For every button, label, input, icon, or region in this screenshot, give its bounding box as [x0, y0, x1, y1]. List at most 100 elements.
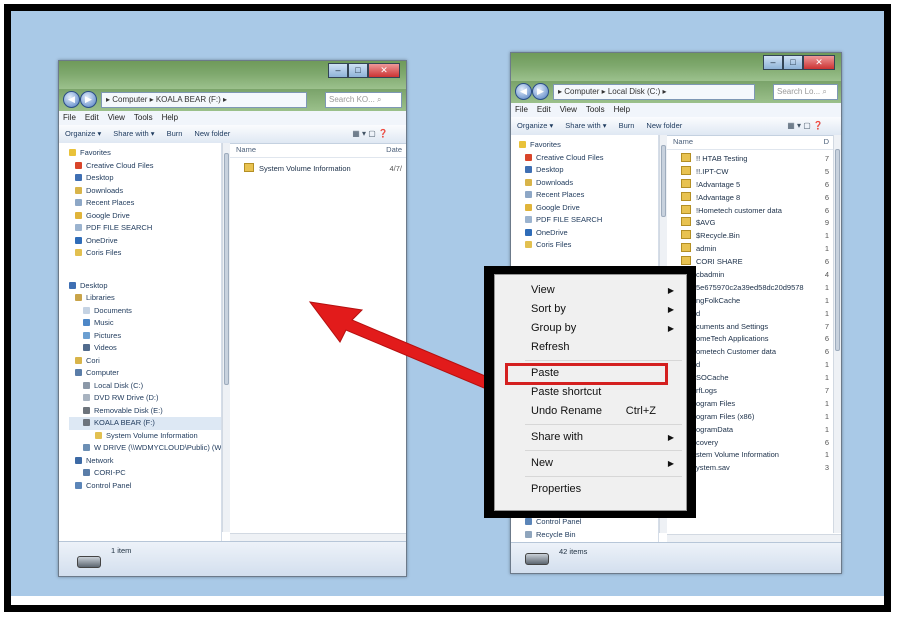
file-row[interactable]: !Hometech customer data 6	[667, 204, 833, 218]
nav-onedrive[interactable]: OneDrive	[69, 235, 221, 248]
nav-libraries[interactable]: Libraries	[69, 292, 221, 305]
nav-google-drive[interactable]: Google Drive	[519, 202, 658, 215]
back-arrow-icon[interactable]: ◀	[63, 91, 80, 108]
nav-onedrive[interactable]: OneDrive	[519, 227, 658, 240]
context-menu-item-view[interactable]: View ▶	[495, 281, 686, 300]
menu-view[interactable]: View	[560, 105, 577, 114]
address-segment-drive[interactable]: KOALA BEAR (F:)	[156, 95, 221, 104]
organize-button[interactable]: Organize ▾	[517, 121, 553, 130]
file-row[interactable]: System Volume Information 4/7/	[230, 162, 406, 176]
nav-creative-cloud[interactable]: Creative Cloud Files	[69, 160, 221, 173]
forward-arrow-icon[interactable]: ▶	[80, 91, 97, 108]
menu-edit[interactable]: Edit	[537, 105, 551, 114]
context-menu-item-share-with[interactable]: Share with ▶	[495, 428, 686, 447]
nav-recent-places[interactable]: Recent Places	[69, 197, 221, 210]
column-date[interactable]: Date	[386, 143, 402, 157]
nav-removable-disk[interactable]: Removable Disk (E:)	[69, 405, 221, 418]
context-menu-item-group-by[interactable]: Group by ▶	[495, 319, 686, 338]
file-row[interactable]: $AVG 9	[667, 217, 833, 230]
left-address-bar[interactable]: ▸ Computer ▸ KOALA BEAR (F:) ▸	[101, 92, 307, 108]
nav-w-drive[interactable]: W DRIVE (\\WDMYCLOUD\Public) (W:)	[69, 442, 221, 455]
address-segment-computer[interactable]: Computer	[112, 95, 147, 104]
nav-dvd-drive[interactable]: DVD RW Drive (D:)	[69, 392, 221, 405]
organize-button[interactable]: Organize ▾	[65, 129, 101, 138]
nav-pdf-file-search[interactable]: PDF FILE SEARCH	[69, 222, 221, 235]
column-name[interactable]: Name	[673, 137, 693, 146]
menu-file[interactable]: File	[515, 105, 528, 114]
nav-control-panel[interactable]: Control Panel	[69, 480, 221, 493]
menu-view[interactable]: View	[108, 113, 125, 122]
nav-coris-files[interactable]: Coris Files	[519, 239, 658, 252]
nav-coris-files[interactable]: Coris Files	[69, 247, 221, 260]
nav-desktop-fav[interactable]: Desktop	[519, 164, 658, 177]
context-menu-item-new[interactable]: New ▶	[495, 454, 686, 473]
file-row[interactable]: admin 1	[667, 243, 833, 256]
menu-tools[interactable]: Tools	[134, 113, 153, 122]
scroll-thumb[interactable]	[661, 145, 666, 217]
context-menu-item-undo-rename[interactable]: Undo Rename Ctrl+Z	[495, 402, 686, 421]
file-row[interactable]: !!.IPT-CW 5	[667, 165, 833, 179]
menu-edit[interactable]: Edit	[85, 113, 99, 122]
maximize-button[interactable]: □	[783, 55, 803, 70]
menu-help[interactable]: Help	[162, 113, 178, 122]
nav-pictures[interactable]: Pictures	[69, 330, 221, 343]
nav-network[interactable]: Network	[69, 455, 221, 468]
nav-downloads[interactable]: Downloads	[519, 177, 658, 190]
new-folder-button[interactable]: New folder	[194, 129, 230, 138]
right-content-scrollbar[interactable]	[833, 135, 841, 533]
right-address-bar[interactable]: ▸ Computer ▸ Local Disk (C:) ▸	[553, 84, 755, 100]
scroll-thumb[interactable]	[835, 149, 840, 351]
column-date[interactable]: D	[824, 135, 829, 149]
view-options-icon[interactable]: ▦ ▾ ▢ ❓	[352, 125, 388, 143]
nav-cori-pc[interactable]: CORI-PC	[69, 467, 221, 480]
nav-recent-places[interactable]: Recent Places	[519, 189, 658, 202]
menu-file[interactable]: File	[63, 113, 76, 122]
context-menu-item-sort-by[interactable]: Sort by ▶	[495, 300, 686, 319]
address-segment-computer[interactable]: Computer	[564, 87, 599, 96]
left-search-input[interactable]: Search KO... ⌕	[325, 92, 402, 108]
left-nav-scrollbar[interactable]	[222, 143, 230, 532]
address-segment-drive[interactable]: Local Disk (C:)	[608, 87, 660, 96]
close-button[interactable]: ✕	[368, 63, 400, 78]
nav-favorites[interactable]: Favorites	[69, 147, 221, 160]
nav-computer[interactable]: Computer	[69, 367, 221, 380]
left-title-bar[interactable]: – □ ✕	[59, 61, 406, 89]
nav-local-disk-c[interactable]: Local Disk (C:)	[69, 380, 221, 393]
nav-creative-cloud[interactable]: Creative Cloud Files	[519, 152, 658, 165]
nav-documents[interactable]: Documents	[69, 305, 221, 318]
burn-button[interactable]: Burn	[619, 121, 635, 130]
view-options-icon[interactable]: ▦ ▾ ▢ ❓	[787, 117, 823, 135]
context-menu-item-properties[interactable]: Properties	[495, 480, 686, 499]
nav-koala-bear-selected[interactable]: KOALA BEAR (F:)	[69, 417, 221, 430]
column-name[interactable]: Name	[236, 145, 256, 154]
back-arrow-icon[interactable]: ◀	[515, 83, 532, 100]
context-menu-item-paste-shortcut[interactable]: Paste shortcut	[495, 383, 686, 402]
minimize-button[interactable]: –	[328, 63, 348, 78]
file-row[interactable]: !Advantage 5 6	[667, 178, 833, 192]
right-search-input[interactable]: Search Lo... ⌕	[773, 84, 838, 100]
nav-favorites[interactable]: Favorites	[519, 139, 658, 152]
nav-pdf-file-search[interactable]: PDF FILE SEARCH	[519, 214, 658, 227]
file-row[interactable]: !! HTAB Testing 7	[667, 153, 833, 166]
nav-videos[interactable]: Videos	[69, 342, 221, 355]
share-with-button[interactable]: Share with ▾	[113, 129, 154, 138]
file-row[interactable]: $Recycle.Bin 1	[667, 230, 833, 243]
new-folder-button[interactable]: New folder	[646, 121, 682, 130]
burn-button[interactable]: Burn	[167, 129, 183, 138]
nav-desktop[interactable]: Desktop	[69, 280, 221, 293]
nav-system-volume-info[interactable]: System Volume Information	[69, 430, 221, 443]
minimize-button[interactable]: –	[763, 55, 783, 70]
close-button[interactable]: ✕	[803, 55, 835, 70]
maximize-button[interactable]: □	[348, 63, 368, 78]
forward-arrow-icon[interactable]: ▶	[532, 83, 549, 100]
menu-help[interactable]: Help	[614, 105, 630, 114]
context-menu-item-refresh[interactable]: Refresh	[495, 338, 686, 357]
nav-desktop-fav[interactable]: Desktop	[69, 172, 221, 185]
scroll-thumb[interactable]	[224, 153, 229, 385]
nav-google-drive[interactable]: Google Drive	[69, 210, 221, 223]
nav-cori[interactable]: Cori	[69, 355, 221, 368]
share-with-button[interactable]: Share with ▾	[565, 121, 606, 130]
menu-tools[interactable]: Tools	[586, 105, 605, 114]
file-row[interactable]: !Advantage 8 6	[667, 191, 833, 205]
right-title-bar[interactable]: – □ ✕	[511, 53, 841, 81]
